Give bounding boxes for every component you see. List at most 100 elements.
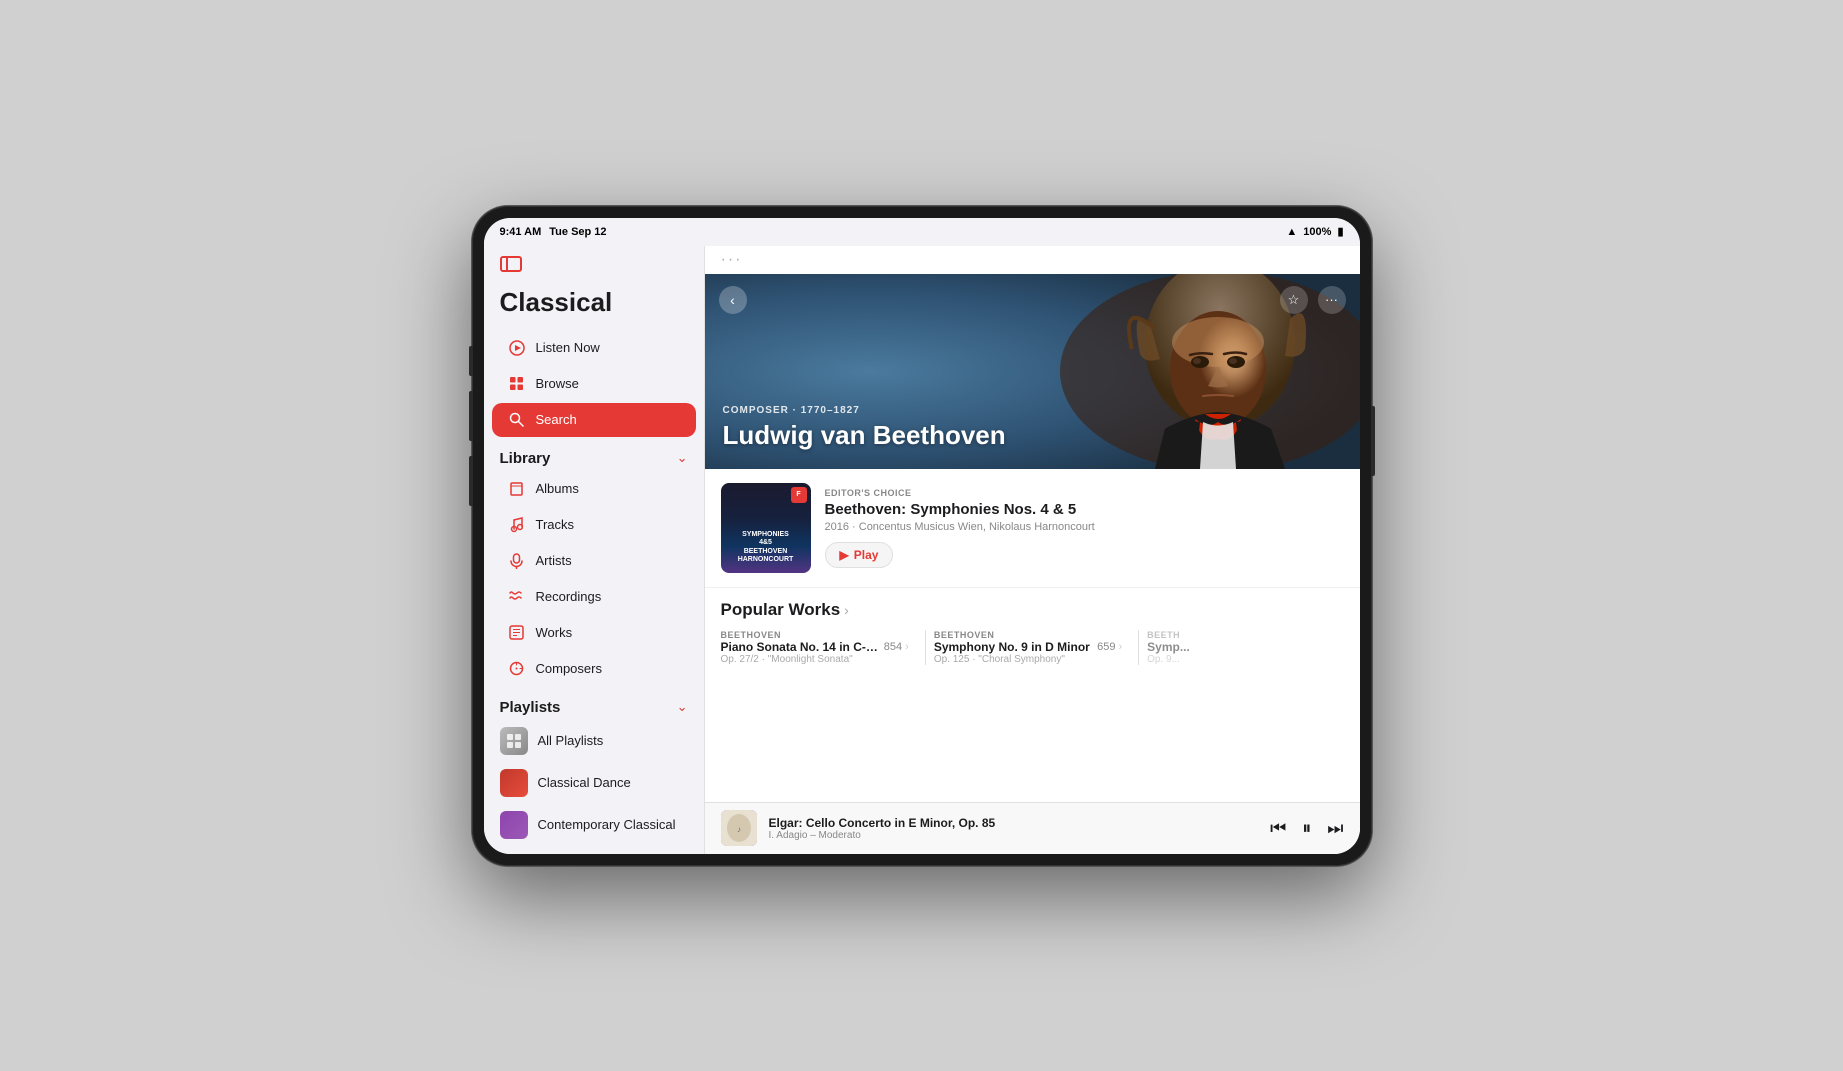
back-icon: ‹: [730, 292, 735, 308]
volume-down-button[interactable]: [469, 456, 473, 506]
popular-works-header: Popular Works ›: [721, 600, 1344, 620]
sidebar-item-recordings[interactable]: Recordings: [492, 580, 696, 614]
search-icon: [508, 411, 526, 429]
now-playing-album-art: ♪: [721, 810, 757, 846]
play-triangle-icon: ▶: [840, 548, 849, 562]
work-item-1[interactable]: BEETHOVEN Symphony No. 9 in D Minor 659 …: [934, 630, 1130, 665]
hero-section: ‹ ☆ ··· COMPOSER · 1770–1827 Ludwig van …: [705, 274, 1360, 469]
volume-up-button[interactable]: [469, 391, 473, 441]
popular-works-chevron-icon[interactable]: ›: [844, 602, 849, 618]
work-count-chevron-0: ›: [905, 641, 909, 653]
work-sub-2: Op. 9...: [1147, 654, 1335, 665]
star-icon: ☆: [1288, 292, 1300, 308]
work-title-1: Symphony No. 9 in D Minor: [934, 640, 1093, 654]
compass-icon: [508, 660, 526, 678]
device-frame: 9:41 AM Tue Sep 12 ▲ 100% ▮: [472, 206, 1372, 866]
works-row: BEETHOVEN Piano Sonata No. 14 in C-Sharp…: [721, 630, 1344, 665]
work-count-1: 659 ›: [1097, 641, 1122, 653]
work-title-row-0: Piano Sonata No. 14 in C-Sharp Minor 854…: [721, 640, 909, 654]
sidebar-toggle-area: [484, 246, 704, 281]
status-bar-left: 9:41 AM Tue Sep 12: [500, 226, 607, 238]
sidebar-item-works[interactable]: Works: [492, 616, 696, 650]
album-icon: [508, 480, 526, 498]
sidebar-item-search[interactable]: Search: [492, 403, 696, 437]
play-button[interactable]: ▶ Play: [825, 542, 894, 568]
work-composer-2: BEETH: [1147, 630, 1335, 640]
topbar-dots-indicator: ···: [721, 251, 743, 269]
works-icon: [508, 624, 526, 642]
rewind-button[interactable]: ⏮: [1270, 818, 1286, 839]
now-playing-info: Elgar: Cello Concerto in E Minor, Op. 85…: [769, 816, 1259, 841]
hero-composer-info: COMPOSER · 1770–1827 Ludwig van Beethove…: [723, 405, 1006, 451]
library-chevron-icon[interactable]: ⌄: [677, 450, 688, 466]
sidebar-toggle-button[interactable]: [500, 256, 688, 277]
work-divider-0: [925, 630, 926, 665]
hero-back-button[interactable]: ‹: [719, 286, 747, 314]
sidebar-item-listen-now[interactable]: Listen Now: [492, 331, 696, 365]
battery-icon: ▮: [1337, 225, 1343, 238]
listen-now-label: Listen Now: [536, 340, 600, 355]
power-button[interactable]: [1371, 406, 1375, 476]
sidebar-item-albums[interactable]: Albums: [492, 472, 696, 506]
playlists-chevron-icon[interactable]: ⌄: [677, 699, 688, 715]
all-playlists-thumb: [500, 727, 528, 755]
sidebar-item-classical-dance[interactable]: Classical Dance: [484, 762, 704, 804]
work-sub-1: Op. 125 · "Choral Symphony": [934, 654, 1122, 665]
fast-forward-button[interactable]: ⏭: [1327, 818, 1343, 839]
sidebar-item-browse[interactable]: Browse: [492, 367, 696, 401]
volume-toggle-button[interactable]: [469, 346, 473, 376]
now-playing-bar: ♪ Elgar: Cello Concerto in E Minor, Op. …: [705, 802, 1360, 854]
now-playing-controls: ⏮ ⏸ ⏭: [1270, 818, 1343, 839]
work-item-0[interactable]: BEETHOVEN Piano Sonata No. 14 in C-Sharp…: [721, 630, 917, 665]
svg-text:♪: ♪: [737, 825, 741, 834]
search-label: Search: [536, 412, 577, 427]
album-art: SYMPHONIES4&5BEETHOVENHARNONCOURT F: [721, 483, 811, 573]
work-title-2: Symp...: [1147, 640, 1335, 654]
play-label: Play: [854, 548, 879, 562]
editors-choice-label: EDITOR'S CHOICE: [825, 488, 1344, 498]
sidebar-item-all-playlists[interactable]: All Playlists: [484, 720, 704, 762]
now-playing-title: Elgar: Cello Concerto in E Minor, Op. 85: [769, 816, 1259, 830]
playlists-section-header: Playlists ⌄: [484, 687, 704, 720]
mic-icon: [508, 552, 526, 570]
more-options-button[interactable]: ···: [1318, 286, 1346, 314]
popular-works-section: Popular Works › BEETHOVEN Piano Sonata N…: [705, 588, 1360, 673]
now-playing-sub: I. Adagio – Moderato: [769, 830, 1259, 841]
sidebar: Classical Listen Now Browse: [484, 246, 704, 854]
popular-works-title: Popular Works: [721, 600, 841, 620]
sidebar-app-title: Classical: [484, 281, 704, 330]
status-bar: 9:41 AM Tue Sep 12 ▲ 100% ▮: [484, 218, 1360, 246]
composer-name: Ludwig van Beethoven: [723, 420, 1006, 451]
badge-text: F: [796, 491, 800, 498]
sidebar-item-tracks[interactable]: Tracks: [492, 508, 696, 542]
battery-display: 100%: [1303, 226, 1331, 238]
favorite-button[interactable]: ☆: [1280, 286, 1308, 314]
editors-info: EDITOR'S CHOICE Beethoven: Symphonies No…: [825, 483, 1344, 573]
work-title-row-1: Symphony No. 9 in D Minor 659 ›: [934, 640, 1122, 654]
work-item-2[interactable]: BEETH Symp... Op. 9...: [1147, 630, 1343, 665]
album-meta: 2016 · Concentus Musicus Wien, Nikolaus …: [825, 521, 1344, 533]
sidebar-item-contemporary-classical[interactable]: Contemporary Classical: [484, 804, 704, 846]
work-composer-0: BEETHOVEN: [721, 630, 909, 640]
recordings-label: Recordings: [536, 589, 602, 604]
sidebar-item-composers[interactable]: Composers: [492, 652, 696, 686]
grid-icon: [508, 375, 526, 393]
sidebar-item-women-classical[interactable]: Women in Classical Music: [484, 846, 704, 854]
pause-button[interactable]: ⏸: [1302, 818, 1311, 839]
playlists-title: Playlists: [500, 699, 561, 716]
work-title-row-2: Symp...: [1147, 640, 1335, 654]
composers-label: Composers: [536, 661, 602, 676]
main-topbar: ···: [705, 246, 1360, 274]
work-divider-1: [1138, 630, 1139, 665]
editors-choice-section: SYMPHONIES4&5BEETHOVENHARNONCOURT F EDIT…: [705, 469, 1360, 588]
more-icon: ···: [1325, 292, 1338, 307]
work-composer-1: BEETHOVEN: [934, 630, 1122, 640]
wifi-icon: ▲: [1286, 226, 1297, 238]
sidebar-item-artists[interactable]: Artists: [492, 544, 696, 578]
works-label: Works: [536, 625, 573, 640]
classical-dance-label: Classical Dance: [538, 775, 631, 790]
all-playlists-label: All Playlists: [538, 733, 604, 748]
albums-label: Albums: [536, 481, 579, 496]
album-art-text: SYMPHONIES4&5BEETHOVENHARNONCOURT: [734, 531, 798, 565]
work-title-0: Piano Sonata No. 14 in C-Sharp Minor: [721, 640, 880, 654]
